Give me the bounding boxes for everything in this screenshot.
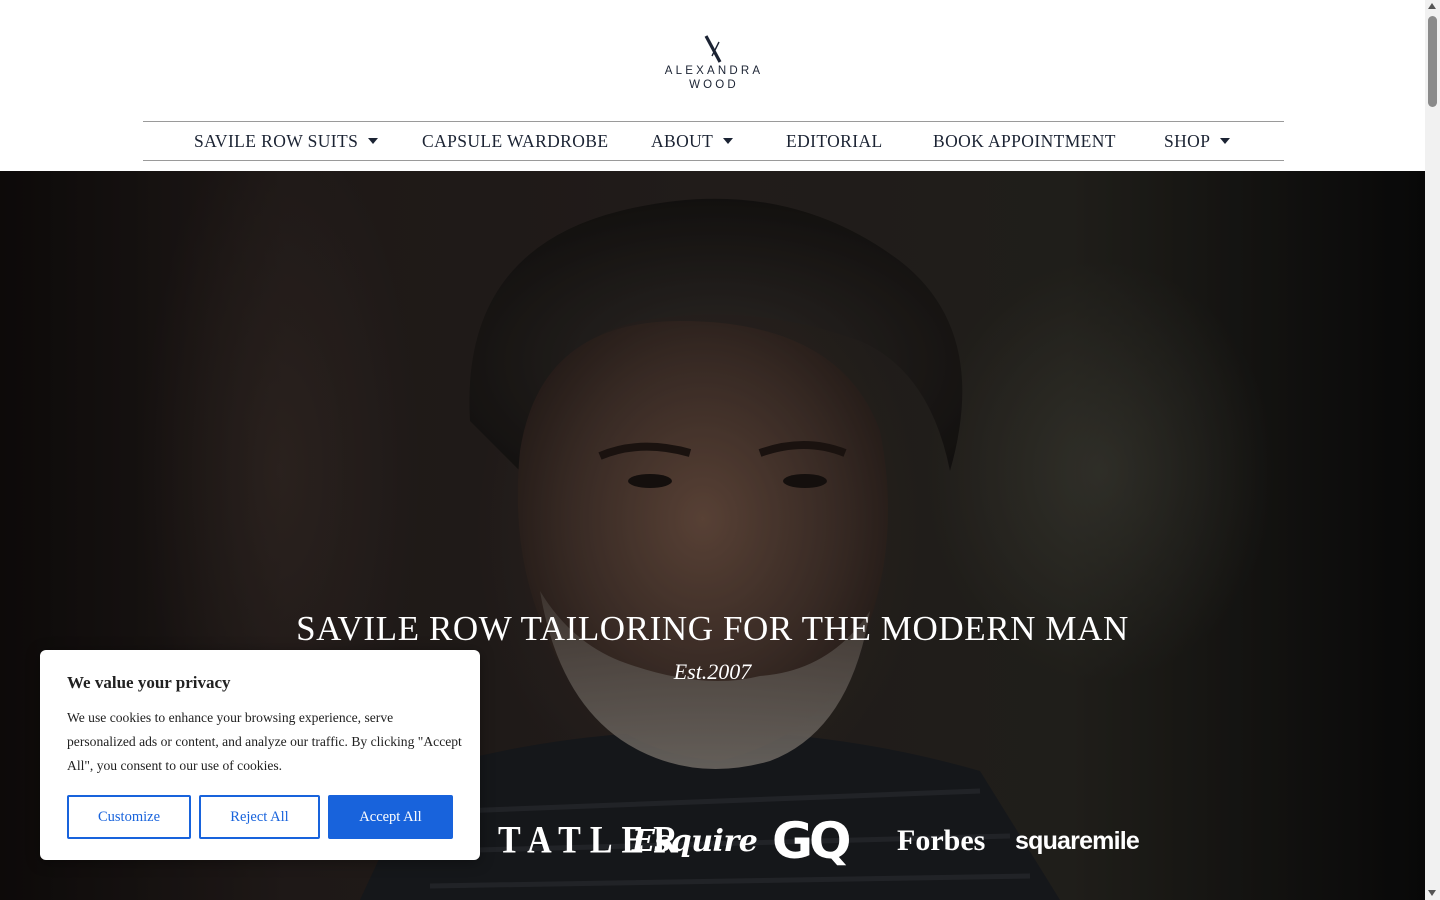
customize-button[interactable]: Customize xyxy=(67,795,191,839)
logo-monogram-icon xyxy=(704,35,721,63)
reject-all-button[interactable]: Reject All xyxy=(199,795,320,839)
nav-item-savile-row-suits[interactable]: SAVILE ROW SUITS xyxy=(194,122,379,160)
accept-all-button[interactable]: Accept All xyxy=(328,795,453,839)
caret-down-icon xyxy=(368,137,379,144)
site-logo[interactable]: ALEXANDRA WOOD xyxy=(0,34,1425,92)
nav-item-label: SAVILE ROW SUITS xyxy=(194,131,359,151)
press-logo-gq: GQ xyxy=(772,812,852,870)
site-header: ALEXANDRA WOOD SAVILE ROW SUITS CAPSULE … xyxy=(0,0,1425,171)
cookie-consent-banner: We value your privacy We use cookies to … xyxy=(40,650,480,860)
nav-item-capsule-wardrobe[interactable]: CAPSULE WARDROBE xyxy=(422,122,608,160)
nav-item-editorial[interactable]: EDITORIAL xyxy=(786,122,883,160)
page-scrollbar[interactable] xyxy=(1425,0,1440,900)
nav-item-label: ABOUT xyxy=(651,131,714,151)
logo-text-line1: ALEXANDRA xyxy=(664,65,764,77)
scroll-down-arrow-icon[interactable] xyxy=(1428,890,1436,896)
press-logo-forbes: Forbes xyxy=(897,824,986,857)
caret-down-icon xyxy=(723,137,734,144)
hero-title: SAVILE ROW TAILORING FOR THE MODERN MAN xyxy=(296,609,1129,648)
scroll-up-arrow-icon[interactable] xyxy=(1428,3,1436,9)
nav-item-label: SHOP xyxy=(1164,131,1211,151)
nav-item-label: CAPSULE WARDROBE xyxy=(422,131,609,151)
press-logo-esquire: Esquire xyxy=(632,823,758,859)
nav-item-label: EDITORIAL xyxy=(786,131,883,151)
scrollbar-thumb[interactable] xyxy=(1428,16,1437,107)
main-nav: SAVILE ROW SUITS CAPSULE WARDROBE ABOUT … xyxy=(143,121,1284,161)
logo-text-line2: WOOD xyxy=(689,79,739,91)
cookie-title: We value your privacy xyxy=(67,673,231,692)
caret-down-icon xyxy=(1220,137,1231,144)
nav-item-about[interactable]: ABOUT xyxy=(651,122,734,160)
nav-item-book-appointment[interactable]: BOOK APPOINTMENT xyxy=(933,122,1116,160)
nav-item-label: BOOK APPOINTMENT xyxy=(933,131,1116,151)
nav-item-shop[interactable]: SHOP xyxy=(1164,122,1231,160)
press-logo-squaremile: squaremile xyxy=(1015,826,1140,855)
cookie-description: We use cookies to enhance your browsing … xyxy=(67,710,462,773)
